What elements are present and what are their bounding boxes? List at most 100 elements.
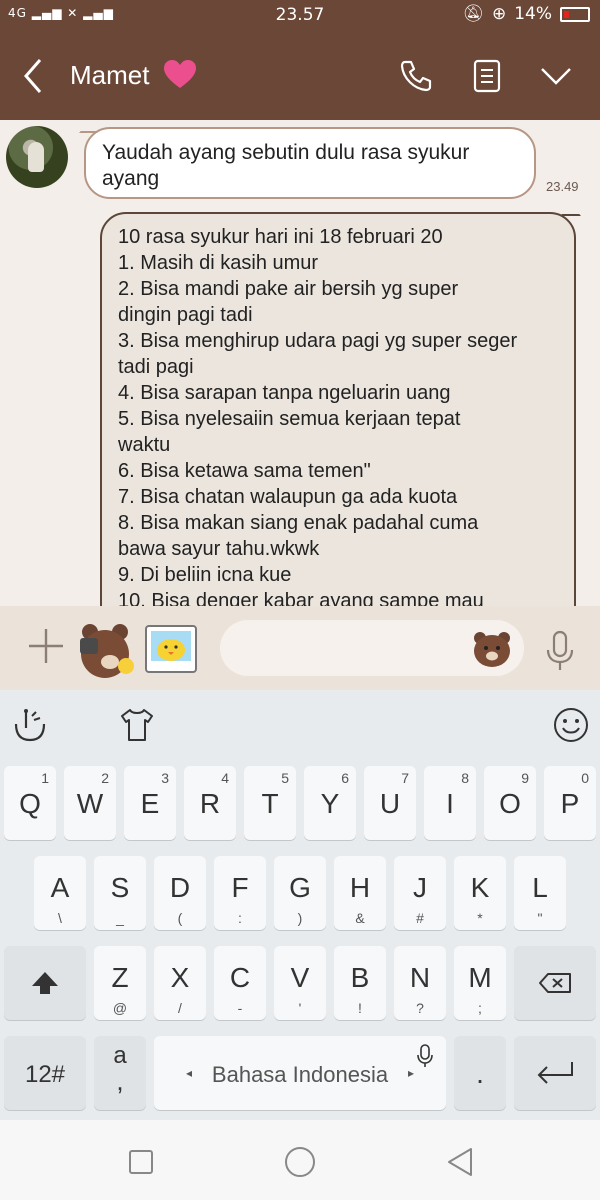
shift-arrow-icon — [32, 972, 58, 994]
notes-icon[interactable] — [467, 56, 507, 96]
key-letter: N — [409, 962, 431, 993]
chick-sticker-icon[interactable] — [144, 624, 198, 676]
key-letter: F — [231, 872, 249, 903]
key-alt: 7 — [401, 770, 409, 786]
message-line: bawa sayur tahu.wkwk — [118, 538, 320, 560]
message-line: 7. Bisa chatan walaupun ga ada kuota — [118, 486, 458, 508]
avatar[interactable] — [6, 126, 68, 188]
key-j[interactable]: J # — [394, 856, 446, 930]
key-letter: O — [499, 788, 521, 819]
home-icon[interactable] — [280, 1142, 320, 1182]
key-alt: ! — [358, 1000, 362, 1016]
emoji-smiley-icon[interactable] — [552, 706, 590, 744]
contact-name[interactable]: Mamet — [70, 60, 149, 91]
key-o[interactable]: 9O — [484, 766, 536, 840]
key-h[interactable]: H & — [334, 856, 386, 930]
key-d[interactable]: D( — [154, 856, 206, 930]
handwriting-icon[interactable] — [12, 706, 50, 744]
incoming-message-bubble[interactable]: Yaudah ayang sebutin dulu rasa syukur ay… — [84, 127, 536, 199]
backspace-icon — [539, 973, 571, 993]
key-g[interactable]: G) — [274, 856, 326, 930]
key-i[interactable]: 8I — [424, 766, 476, 840]
key-y[interactable]: 6Y — [304, 766, 356, 840]
key-u[interactable]: 7U — [364, 766, 416, 840]
key-v[interactable]: V ' — [274, 946, 326, 1020]
backspace-key[interactable] — [514, 946, 596, 1020]
microphone-icon[interactable] — [544, 630, 576, 672]
key-alt: & — [355, 910, 365, 926]
key-letter: R — [199, 788, 221, 819]
key-m[interactable]: M; — [454, 946, 506, 1020]
message-input-bar — [0, 606, 600, 690]
phone-call-icon[interactable] — [396, 56, 436, 96]
key-alt: * — [477, 910, 483, 926]
message-line: 1. Masih di kasih umur — [118, 252, 319, 274]
mute-icon: 🔕︎ — [462, 4, 484, 24]
key-z[interactable]: Z @ — [94, 946, 146, 1020]
chat-area[interactable]: Yaudah ayang sebutin dulu rasa syukur ay… — [0, 120, 600, 606]
key-l[interactable]: L " — [514, 856, 566, 930]
key-letter: M — [468, 962, 492, 993]
key-t[interactable]: 5T — [244, 766, 296, 840]
key-s[interactable]: S _ — [94, 856, 146, 930]
key-letter: E — [140, 788, 160, 819]
key-letter: A — [50, 872, 70, 903]
message-line: 10 rasa syukur hari ini 18 februari 20 — [118, 226, 443, 248]
message-line: 3. Bisa menghirup udara pagi yg super se… — [118, 330, 518, 352]
bear-sticker-icon[interactable] — [76, 618, 138, 680]
key-r[interactable]: 4R — [184, 766, 236, 840]
outgoing-message-bubble[interactable]: 10 rasa syukur hari ini 18 februari 20 1… — [100, 212, 576, 606]
heart-icon — [164, 60, 196, 88]
message-line: ayang — [102, 167, 160, 190]
key-e[interactable]: 3E — [124, 766, 176, 840]
key-a[interactable]: A \ — [34, 856, 86, 930]
key-q[interactable]: 1Q — [4, 766, 56, 840]
key-alt: 1 — [41, 770, 49, 786]
message-line: Yaudah ayang sebutin dulu rasa syukur — [102, 141, 470, 164]
voice-input-icon — [417, 1044, 433, 1067]
key-letter: S — [110, 872, 130, 903]
key-letter: I — [446, 788, 454, 819]
key-x[interactable]: X / — [154, 946, 206, 1020]
key-letter: G — [289, 872, 311, 903]
enter-key[interactable] — [514, 1036, 596, 1110]
key-w[interactable]: 2W — [64, 766, 116, 840]
key-alt: # — [416, 910, 424, 926]
space-language-label: Bahasa Indonesia — [211, 1062, 389, 1087]
message-line: waktu — [118, 434, 171, 456]
key-alt: / — [178, 1000, 182, 1016]
key-k[interactable]: K * — [454, 856, 506, 930]
key-letter: C — [229, 962, 251, 993]
recent-apps-icon[interactable] — [121, 1142, 161, 1182]
key-letter: B — [350, 962, 370, 993]
chevron-down-icon[interactable] — [536, 56, 576, 96]
key-alt: ' — [298, 1000, 302, 1016]
shift-key[interactable] — [4, 946, 86, 1020]
battery-icon — [560, 6, 590, 22]
key-n[interactable]: N? — [394, 946, 446, 1020]
message-line: 6. Bisa ketawa sama temen" — [118, 460, 371, 482]
theme-shirt-icon[interactable] — [118, 706, 156, 744]
message-line: 9. Di beliin icna kue — [118, 564, 292, 586]
key-alt: 5 — [281, 770, 289, 786]
key-alt: 3 — [161, 770, 169, 786]
key-b[interactable]: B! — [334, 946, 386, 1020]
key-letter: J — [413, 872, 427, 903]
back-arrow-icon[interactable] — [18, 56, 48, 96]
sticker-emoji-icon[interactable] — [472, 630, 512, 668]
comma-key[interactable]: a, — [94, 1036, 146, 1110]
plus-icon[interactable] — [26, 626, 66, 666]
message-input[interactable] — [220, 620, 524, 676]
key-c[interactable]: C- — [214, 946, 266, 1020]
numbers-symbols-key[interactable]: 12# — [4, 1036, 86, 1110]
system-nav-bar — [0, 1120, 600, 1200]
key-f[interactable]: F: — [214, 856, 266, 930]
space-bar[interactable]: ◂ Bahasa Indonesia ▸ — [154, 1036, 446, 1110]
period-key[interactable]: . — [454, 1036, 506, 1110]
language-right-arrow-icon: ▸ — [407, 1066, 414, 1080]
key-letter: Y — [320, 788, 340, 819]
key-p[interactable]: 0P — [544, 766, 596, 840]
back-icon[interactable] — [440, 1142, 480, 1182]
key-alt: , — [116, 1066, 124, 1096]
key-alt: " — [537, 910, 543, 926]
